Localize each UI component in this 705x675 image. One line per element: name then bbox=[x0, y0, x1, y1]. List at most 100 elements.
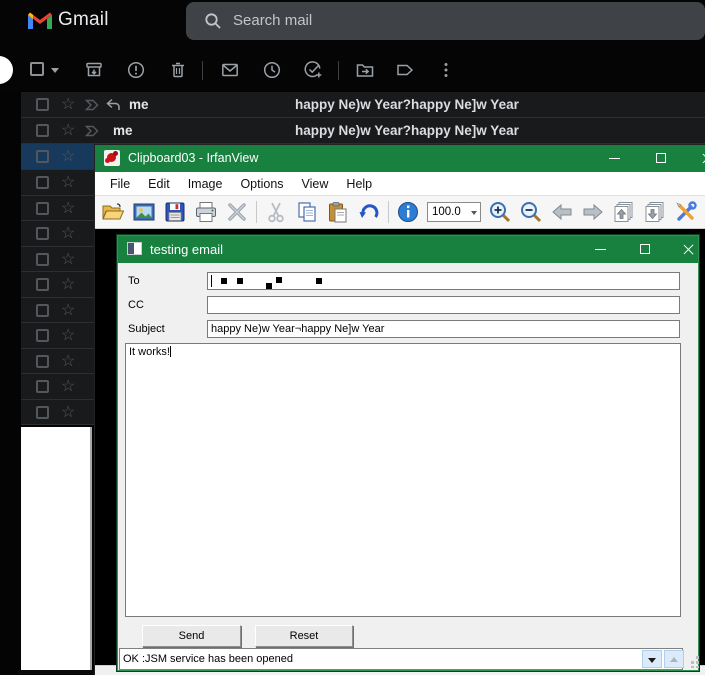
redacted-recipient bbox=[266, 283, 272, 289]
text-cursor bbox=[211, 275, 212, 287]
subject-field[interactable]: happy Ne)w Year¬happy Ne]w Year bbox=[207, 320, 680, 338]
row-checkbox[interactable] bbox=[36, 355, 49, 368]
mark-as-read-icon[interactable] bbox=[220, 60, 240, 80]
resize-grip[interactable] bbox=[688, 656, 700, 668]
search-icon[interactable] bbox=[204, 12, 222, 30]
row-checkbox[interactable] bbox=[36, 202, 49, 215]
row-checkbox[interactable] bbox=[36, 98, 49, 111]
thumbnails-icon[interactable] bbox=[132, 200, 156, 224]
star-icon[interactable]: ☆ bbox=[61, 146, 75, 168]
undo-icon[interactable] bbox=[357, 200, 381, 224]
star-icon[interactable]: ☆ bbox=[61, 325, 75, 347]
message-body-field[interactable]: It works! bbox=[125, 343, 681, 617]
star-icon[interactable]: ☆ bbox=[61, 402, 75, 424]
add-to-tasks-icon[interactable] bbox=[303, 60, 323, 80]
row-checkbox[interactable] bbox=[36, 176, 49, 189]
star-icon[interactable]: ☆ bbox=[61, 120, 75, 142]
gmail-header: Gmail Search mail bbox=[0, 0, 705, 41]
dialog-titlebar[interactable]: testing email bbox=[118, 236, 698, 263]
importance-marker-icon[interactable] bbox=[85, 98, 101, 112]
delete-icon[interactable] bbox=[225, 200, 249, 224]
maximize-button[interactable] bbox=[647, 145, 677, 172]
save-icon[interactable] bbox=[163, 200, 187, 224]
previous-image-icon[interactable] bbox=[550, 200, 574, 224]
menu-file[interactable]: File bbox=[101, 174, 139, 194]
row-checkbox[interactable] bbox=[36, 124, 49, 137]
status-dropdown-button[interactable] bbox=[642, 650, 662, 668]
status-up-button[interactable] bbox=[664, 650, 684, 668]
page-down-icon[interactable] bbox=[643, 200, 667, 224]
sender-name: me bbox=[129, 97, 149, 112]
minimize-button[interactable] bbox=[586, 236, 616, 263]
settings-icon[interactable] bbox=[674, 200, 698, 224]
row-checkbox[interactable] bbox=[36, 380, 49, 393]
info-icon[interactable] bbox=[396, 200, 420, 224]
close-button[interactable] bbox=[674, 236, 704, 263]
minimize-button[interactable] bbox=[600, 145, 630, 172]
menu-view[interactable]: View bbox=[293, 174, 338, 194]
send-button[interactable]: Send bbox=[142, 625, 241, 647]
row-checkbox[interactable] bbox=[36, 253, 49, 266]
maximize-button[interactable] bbox=[631, 236, 661, 263]
row-checkbox[interactable] bbox=[36, 406, 49, 419]
snooze-icon[interactable] bbox=[262, 60, 282, 80]
row-checkbox[interactable] bbox=[36, 304, 49, 317]
select-all-checkbox[interactable] bbox=[30, 62, 44, 76]
search-input[interactable]: Search mail bbox=[186, 2, 705, 40]
status-field[interactable]: OK :JSM service has been opened bbox=[119, 648, 683, 670]
chevron-up-icon bbox=[670, 657, 678, 662]
reset-button[interactable]: Reset bbox=[255, 625, 353, 647]
star-icon[interactable]: ☆ bbox=[61, 300, 75, 322]
close-button[interactable] bbox=[693, 145, 705, 172]
next-image-icon[interactable] bbox=[581, 200, 605, 224]
menu-edit[interactable]: Edit bbox=[139, 174, 179, 194]
importance-marker-icon[interactable] bbox=[85, 124, 101, 138]
labels-icon[interactable] bbox=[395, 60, 415, 80]
report-spam-icon[interactable] bbox=[126, 60, 146, 80]
star-icon[interactable]: ☆ bbox=[61, 376, 75, 398]
star-icon[interactable]: ☆ bbox=[61, 223, 75, 245]
more-options-icon[interactable] bbox=[436, 60, 456, 80]
search-placeholder: Search mail bbox=[233, 12, 312, 29]
cc-field[interactable] bbox=[207, 296, 680, 314]
star-icon[interactable]: ☆ bbox=[61, 94, 75, 116]
background-panel bbox=[21, 427, 92, 673]
redacted-recipient bbox=[237, 278, 243, 284]
row-checkbox[interactable] bbox=[36, 150, 49, 163]
menu-help[interactable]: Help bbox=[337, 174, 381, 194]
zoom-level-combobox[interactable]: 100.0 bbox=[427, 202, 481, 222]
to-field[interactable] bbox=[207, 272, 680, 290]
star-icon[interactable]: ☆ bbox=[61, 351, 75, 373]
star-icon[interactable]: ☆ bbox=[61, 172, 75, 194]
zoom-out-icon[interactable] bbox=[519, 200, 543, 224]
row-checkbox[interactable] bbox=[36, 329, 49, 342]
email-row[interactable]: ☆ me happy Ne)w Year?happy Ne]w Year bbox=[21, 92, 705, 118]
print-icon[interactable] bbox=[194, 200, 218, 224]
move-to-icon[interactable] bbox=[355, 60, 375, 80]
email-subject: happy Ne)w Year?happy Ne]w Year bbox=[295, 123, 519, 138]
archive-icon[interactable] bbox=[84, 60, 104, 80]
row-checkbox[interactable] bbox=[36, 278, 49, 291]
delete-icon[interactable] bbox=[168, 60, 188, 80]
copy-icon[interactable] bbox=[295, 200, 319, 224]
page-up-icon[interactable] bbox=[612, 200, 636, 224]
paste-icon[interactable] bbox=[326, 200, 350, 224]
menu-options[interactable]: Options bbox=[231, 174, 292, 194]
reply-icon bbox=[105, 98, 121, 112]
open-icon[interactable] bbox=[101, 200, 125, 224]
email-row[interactable]: ☆ me happy Ne)w Year?happy Ne]w Year bbox=[21, 118, 705, 144]
star-icon[interactable]: ☆ bbox=[61, 249, 75, 271]
dialog-app-icon bbox=[127, 242, 142, 255]
irfanview-titlebar[interactable]: Clipboard03 - IrfanView bbox=[95, 145, 705, 172]
combobox-dropdown-icon[interactable] bbox=[471, 211, 477, 215]
select-dropdown-icon[interactable] bbox=[51, 68, 59, 73]
zoom-in-icon[interactable] bbox=[488, 200, 512, 224]
star-icon[interactable]: ☆ bbox=[61, 198, 75, 220]
avatar[interactable] bbox=[0, 56, 13, 84]
star-icon[interactable]: ☆ bbox=[61, 274, 75, 296]
row-checkbox[interactable] bbox=[36, 227, 49, 240]
cut-icon[interactable] bbox=[264, 200, 288, 224]
menu-image[interactable]: Image bbox=[179, 174, 232, 194]
irfanview-app-icon bbox=[104, 150, 120, 166]
zoom-level-value: 100.0 bbox=[432, 206, 461, 218]
